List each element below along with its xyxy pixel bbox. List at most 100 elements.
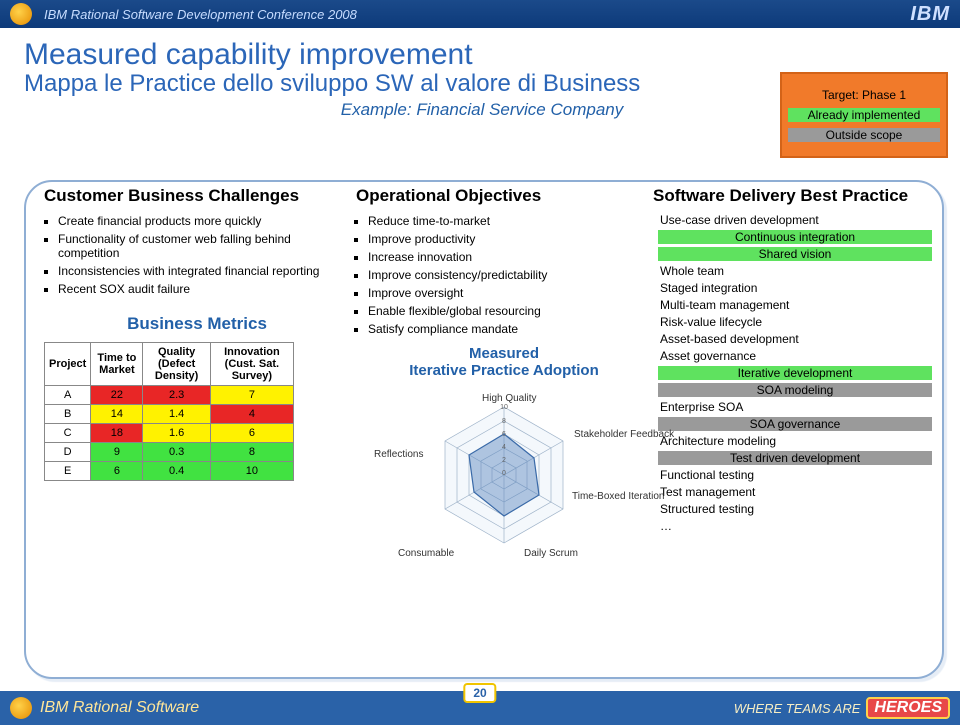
radar-axis-5: Reflections bbox=[374, 449, 423, 460]
metrics-header-cell: Project bbox=[45, 343, 91, 386]
practice-item: Architecture modeling bbox=[658, 434, 932, 448]
challenge-item: Inconsistencies with integrated financia… bbox=[58, 264, 350, 278]
table-row: E60.410 bbox=[45, 462, 294, 481]
practice-item: Use-case driven development bbox=[658, 213, 932, 227]
metrics-cell: 6 bbox=[210, 424, 293, 443]
metrics-title: Business Metrics bbox=[44, 314, 350, 334]
svg-text:6: 6 bbox=[502, 431, 506, 438]
legend-outside: Outside scope bbox=[788, 128, 940, 142]
footer-bar: IBM Rational Software 20 WHERE TEAMS ARE… bbox=[0, 691, 960, 725]
radar-axis-0: High Quality bbox=[482, 393, 536, 404]
metrics-cell: 6 bbox=[91, 462, 143, 481]
metrics-cell: C bbox=[45, 424, 91, 443]
practice-item: Structured testing bbox=[658, 502, 932, 516]
metrics-cell: 14 bbox=[91, 405, 143, 424]
objective-item: Improve consistency/predictability bbox=[368, 268, 654, 282]
metrics-cell: 0.3 bbox=[143, 443, 210, 462]
radar-axis-4: Consumable bbox=[398, 548, 454, 559]
metrics-table: ProjectTime to MarketQuality (Defect Den… bbox=[44, 342, 294, 481]
radar-axis-2: Time-Boxed Iteration bbox=[572, 491, 634, 502]
table-row: A222.37 bbox=[45, 386, 294, 405]
practice-item: SOA modeling bbox=[658, 383, 932, 397]
col-header-practices: Software Delivery Best Practice bbox=[653, 186, 924, 206]
svg-text:0: 0 bbox=[502, 470, 506, 477]
practice-item: Enterprise SOA bbox=[658, 400, 932, 414]
content-panel: Customer Business Challenges Operational… bbox=[24, 180, 944, 679]
metrics-cell: 22 bbox=[91, 386, 143, 405]
practice-item: Whole team bbox=[658, 264, 932, 278]
metrics-block: Business Metrics ProjectTime to MarketQu… bbox=[44, 314, 350, 481]
practice-item: Multi-team management bbox=[658, 298, 932, 312]
practice-item: Continuous integration bbox=[658, 230, 932, 244]
footer-brand: IBM Rational Software bbox=[40, 699, 199, 717]
footer-heroes: HEROES bbox=[866, 697, 950, 719]
page-title: Measured capability improvement bbox=[24, 38, 940, 72]
challenge-item: Recent SOX audit failure bbox=[58, 282, 350, 296]
objective-item: Enable flexible/global resourcing bbox=[368, 304, 654, 318]
practice-item: Shared vision bbox=[658, 247, 932, 261]
metrics-cell: 18 bbox=[91, 424, 143, 443]
svg-text:4: 4 bbox=[502, 444, 506, 451]
ibm-logo: IBM bbox=[910, 3, 950, 26]
objective-item: Satisfy compliance mandate bbox=[368, 322, 654, 336]
objectives-list: Reduce time-to-market Improve productivit… bbox=[354, 214, 654, 336]
metrics-cell: 2.3 bbox=[143, 386, 210, 405]
page-number: 20 bbox=[463, 683, 496, 703]
svg-text:10: 10 bbox=[500, 404, 508, 411]
metrics-cell: 8 bbox=[210, 443, 293, 462]
brand-icon bbox=[10, 3, 32, 25]
legend-target: Target: Phase 1 bbox=[788, 88, 940, 102]
radar-title-2: Iterative Practice Adoption bbox=[354, 363, 654, 380]
practice-item: … bbox=[658, 519, 932, 533]
table-row: C181.66 bbox=[45, 424, 294, 443]
objective-item: Improve productivity bbox=[368, 232, 654, 246]
practice-item: Asset-based development bbox=[658, 332, 932, 346]
radar-axis-3: Daily Scrum bbox=[524, 548, 578, 559]
practice-item: Test management bbox=[658, 485, 932, 499]
footer-brand-icon bbox=[10, 697, 32, 719]
legend-implemented: Already implemented bbox=[788, 108, 940, 122]
radar-block: Measured Iterative Practice Adoption bbox=[354, 346, 654, 559]
metrics-header-cell: Innovation (Cust. Sat. Survey) bbox=[210, 343, 293, 386]
metrics-header-cell: Quality (Defect Density) bbox=[143, 343, 210, 386]
practice-item: Risk-value lifecycle bbox=[658, 315, 932, 329]
table-row: B141.44 bbox=[45, 405, 294, 424]
conference-name: IBM Rational Software Development Confer… bbox=[44, 7, 357, 22]
legend-box: Target: Phase 1 Already implemented Outs… bbox=[780, 72, 948, 158]
metrics-cell: 0.4 bbox=[143, 462, 210, 481]
challenge-item: Create financial products more quickly bbox=[58, 214, 350, 228]
objective-item: Increase innovation bbox=[368, 250, 654, 264]
metrics-cell: E bbox=[45, 462, 91, 481]
metrics-cell: 1.4 bbox=[143, 405, 210, 424]
svg-text:8: 8 bbox=[502, 418, 506, 425]
practice-item: Asset governance bbox=[658, 349, 932, 363]
metrics-cell: 9 bbox=[91, 443, 143, 462]
metrics-cell: B bbox=[45, 405, 91, 424]
objective-item: Reduce time-to-market bbox=[368, 214, 654, 228]
table-row: D90.38 bbox=[45, 443, 294, 462]
svg-text:2: 2 bbox=[502, 457, 506, 464]
radar-title-1: Measured bbox=[354, 346, 654, 363]
metrics-cell: D bbox=[45, 443, 91, 462]
challenges-list: Create financial products more quickly Fu… bbox=[44, 214, 350, 296]
radar-axis-1: Stakeholder Feedback bbox=[574, 429, 634, 440]
challenge-item: Functionality of customer web falling be… bbox=[58, 232, 350, 260]
metrics-cell: 4 bbox=[210, 405, 293, 424]
footer-slogan: WHERE TEAMS ARE bbox=[734, 701, 861, 716]
metrics-cell: A bbox=[45, 386, 91, 405]
radar-chart: 10 8 6 4 2 0 bbox=[374, 379, 634, 559]
practice-item: Test driven development bbox=[658, 451, 932, 465]
col-header-challenges: Customer Business Challenges bbox=[44, 186, 344, 206]
objective-item: Improve oversight bbox=[368, 286, 654, 300]
practice-item: Functional testing bbox=[658, 468, 932, 482]
practice-item: SOA governance bbox=[658, 417, 932, 431]
metrics-header-cell: Time to Market bbox=[91, 343, 143, 386]
metrics-cell: 7 bbox=[210, 386, 293, 405]
metrics-cell: 1.6 bbox=[143, 424, 210, 443]
top-bar: IBM Rational Software Development Confer… bbox=[0, 0, 960, 28]
practice-item: Staged integration bbox=[658, 281, 932, 295]
practice-item: Iterative development bbox=[658, 366, 932, 380]
metrics-cell: 10 bbox=[210, 462, 293, 481]
col-header-objectives: Operational Objectives bbox=[356, 186, 641, 206]
practices-list: Use-case driven development Continuous in… bbox=[658, 213, 932, 533]
